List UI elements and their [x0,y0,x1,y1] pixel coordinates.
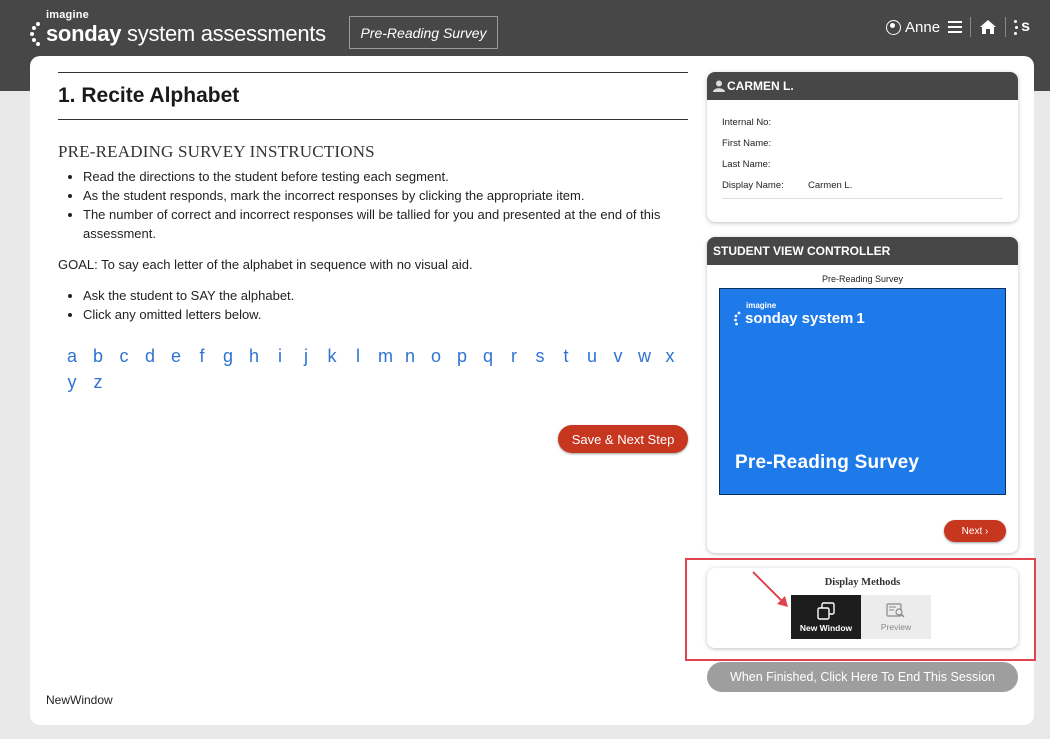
controller-header: STUDENT VIEW CONTROLLER [707,237,1018,265]
letter-w[interactable]: w [638,346,651,366]
letter-j[interactable]: j [300,346,312,366]
sonday-s-logo[interactable]: s [1014,18,1030,36]
home-icon[interactable] [979,18,997,36]
preview-title: Pre-Reading Survey [735,452,920,473]
main-card: 1. Recite Alphabet PRE-READING SURVEY IN… [30,56,1036,725]
divider [58,72,688,73]
letter-b[interactable]: b [92,346,104,366]
user-menu[interactable]: Anne s [886,17,1030,37]
letter-d[interactable]: d [144,346,156,366]
section-title: 1. Recite Alphabet [58,84,240,107]
field-row: Internal No: [722,117,772,128]
divider [722,198,1003,199]
list-item: Click any omitted letters below. [83,305,688,324]
list-item: The number of correct and incorrect resp… [83,205,688,243]
letter-o[interactable]: o [430,346,442,366]
letter-m[interactable]: m [378,346,393,366]
user-icon [886,19,902,35]
letter-h[interactable]: h [248,346,260,366]
student-panel-header: CARMEN L. [707,72,1018,100]
survey-tab[interactable]: Pre-Reading Survey [349,16,498,49]
preview-brand-logo: imagine sonday system 1 [734,301,865,327]
goal-text: GOAL: To say each letter of the alphabet… [58,257,473,272]
letter-c[interactable]: c [118,346,130,366]
letter-g[interactable]: g [222,346,234,366]
steps-list: Ask the student to SAY the alphabet. Cli… [83,286,688,324]
student-name: CARMEN L. [727,79,794,93]
student-fields: Internal No: First Name: Last Name: Disp… [707,100,1018,199]
letter-a[interactable]: a [66,346,78,366]
letter-s[interactable]: s [534,346,546,366]
footer-note: NewWindow [46,693,113,707]
letter-p[interactable]: p [456,346,468,366]
letter-n[interactable]: n [404,346,416,366]
student-view-controller: STUDENT VIEW CONTROLLER Pre-Reading Surv… [707,237,1018,553]
next-button[interactable]: Next › [944,520,1006,542]
letter-z[interactable]: z [92,372,104,392]
student-info-panel: CARMEN L. Internal No: First Name: Last … [707,72,1018,222]
divider [1005,17,1007,37]
letter-u[interactable]: u [586,346,598,366]
letter-i[interactable]: i [274,346,286,366]
letter-y[interactable]: y [66,372,78,392]
brand-logo: imagine sonday system assessments [30,9,326,47]
divider [970,17,972,37]
letter-v[interactable]: v [612,346,624,366]
list-item: Ask the student to SAY the alphabet. [83,286,688,305]
field-row: First Name: [722,138,772,149]
brand-dots-icon [30,21,42,47]
letter-x[interactable]: x [664,346,676,366]
student-view-preview: imagine sonday system 1 Pre-Reading Surve… [719,288,1006,495]
annotation-arrow-icon [752,571,788,607]
letter-l[interactable]: l [352,346,364,366]
letter-q[interactable]: q [482,346,494,366]
field-row: Display Name: Carmen L. [722,180,853,191]
list-item: Read the directions to the student befor… [83,167,688,186]
field-row: Last Name: [722,159,771,170]
brand-small-text: imagine [46,9,89,21]
letter-t[interactable]: t [560,346,572,366]
assessment-content: 1. Recite Alphabet PRE-READING SURVEY IN… [58,72,688,392]
save-next-step-button[interactable]: Save & Next Step [558,425,688,453]
letter-e[interactable]: e [170,346,182,366]
hamburger-menu-icon[interactable] [948,21,963,33]
highlight-box [685,558,1036,661]
letter-k[interactable]: k [326,346,338,366]
divider [58,119,688,120]
alphabet-letters: abcdefghijklmnopqrstuvwx yz [58,346,678,392]
brand-dots-icon [734,311,741,325]
list-item: As the student responds, mark the incorr… [83,186,688,205]
instructions-list: Read the directions to the student befor… [83,167,688,243]
user-name[interactable]: Anne [905,19,940,36]
controller-subtitle: Pre-Reading Survey [821,274,904,284]
letter-r[interactable]: r [508,346,520,366]
chevron-right-icon: › [985,525,989,537]
brand-name: sonday system assessments [46,21,326,46]
person-icon [713,80,725,92]
instructions-title: PRE-READING SURVEY INSTRUCTIONS [58,142,375,161]
end-session-button[interactable]: When Finished, Click Here To End This Se… [707,662,1018,692]
letter-f[interactable]: f [196,346,208,366]
